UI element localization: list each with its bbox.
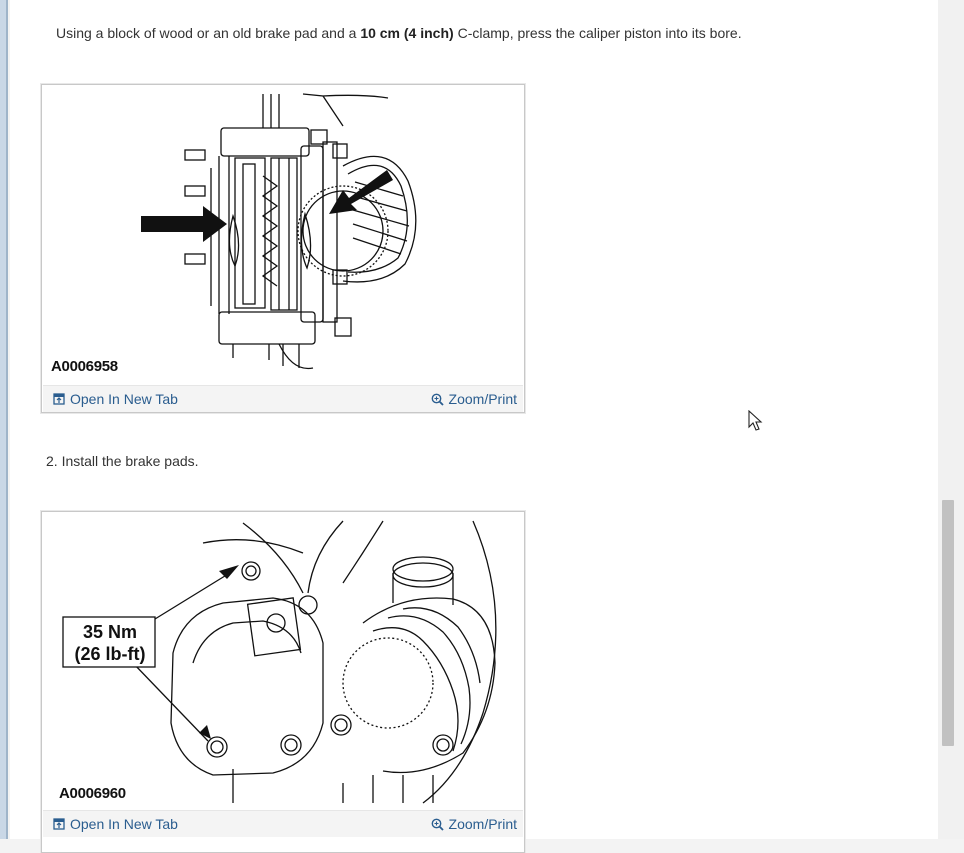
zoom-in-icon	[431, 393, 444, 406]
zoom-print-link[interactable]: Zoom/Print	[431, 816, 517, 832]
figure-image: A0006958	[43, 86, 523, 384]
figure-id: A0006960	[59, 785, 126, 802]
figure-footer: Open In New Tab Zoom/Print	[43, 385, 523, 412]
torque-callout: 35 Nm (26 lb-ft)	[64, 621, 156, 665]
open-in-new-tab-link[interactable]: Open In New Tab	[53, 816, 178, 832]
torque-lbft: (26 lb-ft)	[74, 644, 146, 664]
zoom-print-label: Zoom/Print	[448, 391, 517, 407]
zoom-print-label: Zoom/Print	[448, 816, 517, 832]
window-left-edge	[0, 0, 8, 839]
clamp-size: 10 cm (4 inch)	[360, 25, 454, 41]
open-in-new-tab-icon	[53, 818, 65, 830]
open-in-new-tab-link[interactable]: Open In New Tab	[53, 391, 178, 407]
figure-caliper-piston: A0006958 Open In New Tab Zoom/Print	[41, 84, 525, 413]
caliper-illustration	[141, 93, 417, 370]
step-text-suffix: C-clamp, press the caliper piston into i…	[453, 25, 742, 41]
figure-install-pads: 35 Nm (26 lb-ft) A0006960 Open In New Ta…	[41, 511, 525, 853]
figure-image: 35 Nm (26 lb-ft) A0006960	[43, 513, 523, 809]
open-in-new-tab-label: Open In New Tab	[70, 391, 178, 407]
open-in-new-tab-icon	[53, 393, 65, 405]
step-text-clamp: Using a block of wood or an old brake pa…	[56, 25, 742, 41]
content-pane: Using a block of wood or an old brake pa…	[10, 0, 939, 853]
figure-footer: Open In New Tab Zoom/Print	[43, 810, 523, 837]
zoom-in-icon	[431, 818, 444, 831]
scrollbar-thumb[interactable]	[942, 500, 954, 746]
figure-id: A0006958	[51, 358, 118, 375]
mouse-cursor-icon	[748, 410, 763, 431]
step-text-prefix: Using a block of wood or an old brake pa…	[56, 25, 361, 41]
zoom-print-link[interactable]: Zoom/Print	[431, 391, 517, 407]
open-in-new-tab-label: Open In New Tab	[70, 816, 178, 832]
step-text-install-pads: 2. Install the brake pads.	[46, 453, 199, 469]
torque-nm: 35 Nm	[82, 622, 138, 642]
